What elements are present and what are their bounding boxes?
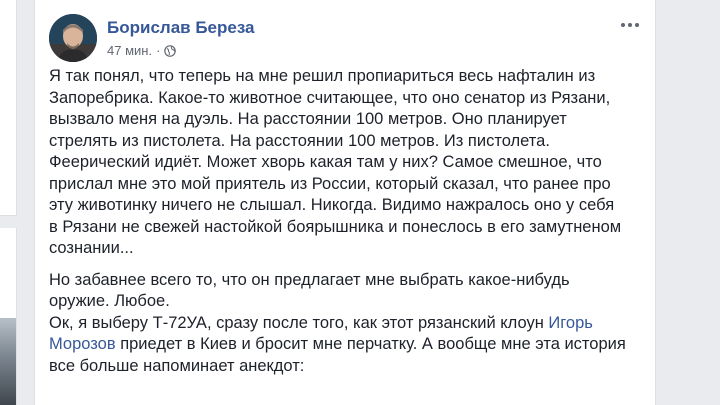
- left-column-photo: [0, 318, 16, 405]
- text-line: сознании...: [49, 239, 134, 257]
- text-line: Запоребрика. Какое-то животное считающее…: [49, 88, 611, 107]
- text-line: в Рязани не свежей настойкой боярышника …: [49, 217, 622, 236]
- globe-icon[interactable]: [164, 44, 177, 57]
- post-body: Я так понял, что теперь на мне решил про…: [49, 66, 639, 387]
- text-line-with-link: Ок, я выберу Т-72УА, сразу после того, к…: [49, 313, 639, 335]
- more-dots-icon[interactable]: [619, 18, 641, 32]
- avatar-image: [49, 14, 97, 62]
- mention-link[interactable]: Игорь: [548, 314, 592, 332]
- text-line: Феерический идиёт. Может хворь какая там…: [49, 153, 602, 171]
- text-segment: Ок, я выберу Т-72УА, сразу после того, к…: [49, 313, 549, 332]
- text-line: оружие. Любое.: [49, 292, 170, 310]
- text-line: прислал мне это мой приятель из России, …: [49, 174, 611, 193]
- text-line: эту животинку ничего не слышал. Никогда.…: [49, 196, 615, 214]
- mention-link[interactable]: Морозов: [49, 335, 116, 353]
- avatar[interactable]: [49, 14, 97, 62]
- post-header: Борислав Береза 47 мин. ·: [49, 12, 641, 62]
- left-column-card: [0, 0, 17, 216]
- left-column-card-photo: [0, 228, 17, 405]
- post-timestamp[interactable]: 47 мин.: [107, 43, 152, 58]
- text-line: вызвало меня на дуэль. На расстоянии 100…: [49, 110, 567, 128]
- post-paragraph-1: Я так понял, что теперь на мне решил про…: [49, 66, 639, 260]
- text-line: стрелять из пистолета. На расстоянии 100…: [49, 131, 550, 150]
- post-card: Борислав Береза 47 мин. · Я так понял, ч…: [34, 0, 656, 405]
- post-meta: 47 мин. ·: [107, 43, 177, 58]
- text-line: Я так понял, что теперь на мне решил про…: [49, 67, 596, 85]
- post-paragraph-2: Но забавнее всего то, что он предлагает …: [49, 270, 639, 378]
- text-line: Но забавнее всего то, что он предлагает …: [49, 270, 570, 289]
- meta-separator: ·: [156, 43, 161, 58]
- text-line-with-link: Морозов приедет в Киев и бросит мне перч…: [49, 334, 639, 356]
- author-name[interactable]: Борислав Береза: [107, 18, 255, 38]
- text-segment: приедет в Киев и бросит мне перчатку. А …: [115, 335, 626, 353]
- text-line: все больше напоминает анекдот:: [49, 356, 305, 375]
